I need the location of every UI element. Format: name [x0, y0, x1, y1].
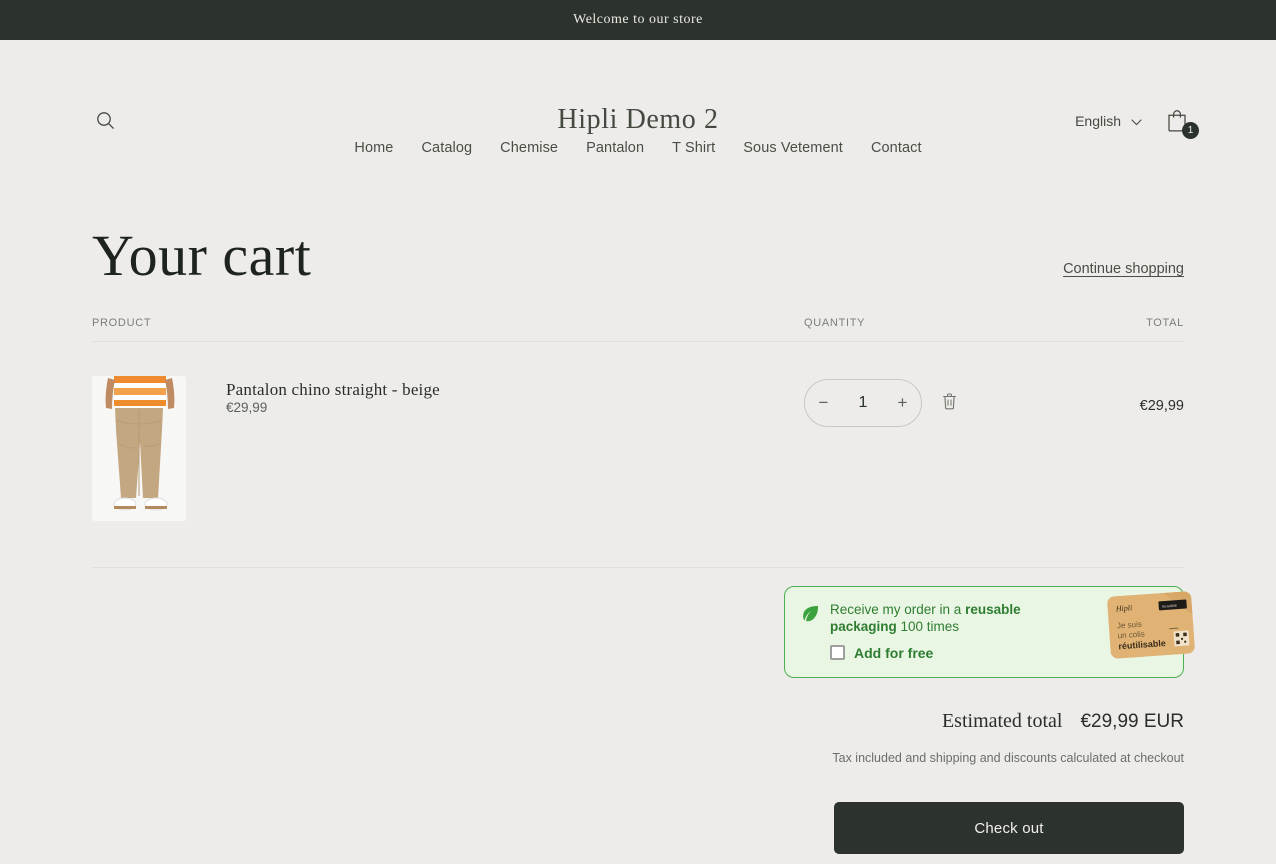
cart-button[interactable]: 1: [1164, 106, 1199, 139]
column-header-quantity: QUANTITY: [804, 317, 866, 329]
nav-item-pantalon[interactable]: Pantalon: [586, 140, 644, 156]
eco-text-suffix: 100 times: [896, 619, 960, 635]
product-cell: Pantalon chino straight - beige €29,99: [92, 376, 804, 521]
reusable-parcel-image: Hipli reusable Je suis un colis réutilis…: [1103, 589, 1200, 661]
quantity-input[interactable]: [842, 394, 884, 412]
reusable-packaging-text: Receive my order in a reusable packaging…: [830, 601, 1082, 636]
nav-item-catalog[interactable]: Catalog: [421, 140, 472, 156]
column-header-total: TOTAL: [1146, 317, 1184, 329]
column-header-product: PRODUCT: [92, 317, 152, 329]
quantity-decrease-button[interactable]: −: [805, 380, 842, 426]
trash-icon: [942, 393, 957, 413]
product-info: Pantalon chino straight - beige €29,99: [226, 376, 440, 521]
product-title[interactable]: Pantalon chino straight - beige: [226, 380, 440, 399]
estimated-total-row: Estimated total €29,99 EUR: [784, 710, 1184, 733]
nav-item-home[interactable]: Home: [354, 140, 393, 156]
svg-text:Hipli: Hipli: [1114, 603, 1132, 613]
cart-header: Your cart Continue shopping: [92, 227, 1184, 317]
announcement-text: Welcome to our store: [573, 12, 703, 27]
estimated-total-label: Estimated total: [941, 709, 1063, 732]
product-unit-price: €29,99: [226, 400, 268, 415]
svg-text:Je suis: Je suis: [1117, 620, 1142, 631]
add-for-free-row[interactable]: Add for free: [830, 645, 1082, 661]
nav-item-sous-vetement[interactable]: Sous Vetement: [743, 140, 843, 156]
remove-item-button[interactable]: [938, 379, 961, 427]
checkout-button[interactable]: Check out: [834, 802, 1184, 855]
product-thumbnail[interactable]: [92, 376, 186, 521]
quantity-increase-button[interactable]: +: [884, 380, 921, 426]
quantity-stepper: − +: [804, 379, 922, 427]
tax-note: Tax included and shipping and discounts …: [832, 750, 1184, 765]
cart-summary: Receive my order in a reusable packaging…: [92, 568, 1195, 855]
estimated-total-value: €29,99 EUR: [1080, 710, 1184, 732]
svg-text:un colis: un colis: [1117, 629, 1145, 640]
quantity-cell: − +: [804, 376, 1050, 521]
nav-item-contact[interactable]: Contact: [871, 140, 922, 156]
cart-line-item: Pantalon chino straight - beige €29,99 −…: [92, 342, 1184, 568]
header-actions: English 1: [1073, 106, 1199, 139]
language-label: English: [1075, 113, 1121, 129]
site-header: Hipli Demo 2 English 1: [0, 40, 1276, 139]
language-selector[interactable]: English: [1073, 109, 1144, 133]
cart-page: Your cart Continue shopping PRODUCT QUAN…: [0, 227, 1276, 855]
checkbox-unchecked-icon[interactable]: [830, 645, 845, 661]
continue-shopping-link[interactable]: Continue shopping: [1063, 261, 1184, 285]
nav-item-chemise[interactable]: Chemise: [500, 140, 558, 156]
reusable-packaging-banner[interactable]: Receive my order in a reusable packaging…: [784, 586, 1195, 678]
cart-count-badge: 1: [1182, 122, 1199, 139]
qr-code-icon: [1173, 630, 1190, 647]
nav-item-t-shirt[interactable]: T Shirt: [672, 140, 715, 156]
eco-text-prefix: Receive my order in a: [830, 602, 966, 617]
cart-table-header: PRODUCT QUANTITY TOTAL: [92, 317, 1184, 342]
announcement-bar: Welcome to our store: [0, 0, 1276, 40]
leaf-icon: [801, 601, 820, 661]
chevron-down-icon: [1131, 113, 1142, 129]
page-title: Your cart: [92, 223, 312, 288]
line-item-total: €29,99: [1139, 398, 1184, 414]
add-for-free-label: Add for free: [854, 644, 934, 661]
